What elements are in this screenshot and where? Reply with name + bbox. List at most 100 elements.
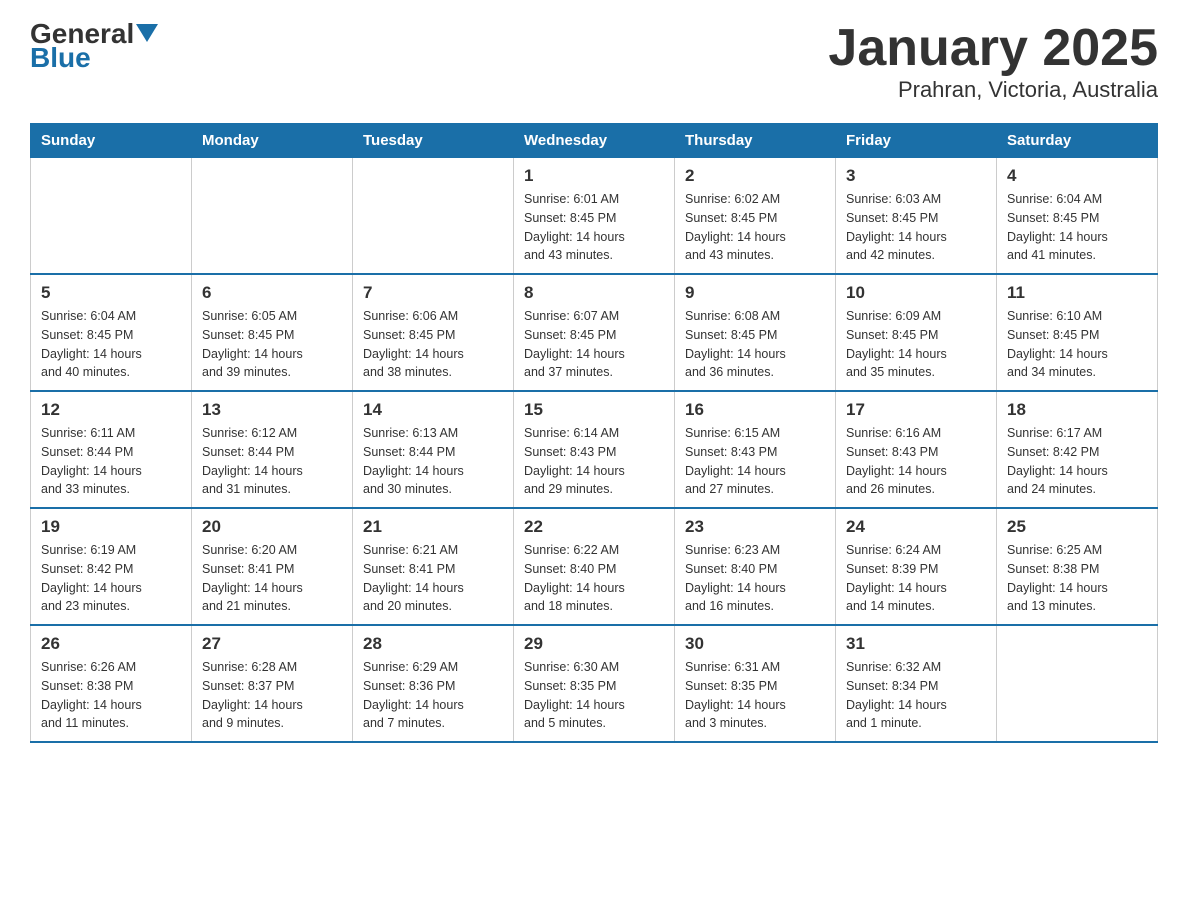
day-info: Sunrise: 6:06 AMSunset: 8:45 PMDaylight:…: [363, 307, 503, 382]
calendar-cell: 23 Sunrise: 6:23 AMSunset: 8:40 PMDayligh…: [675, 508, 836, 625]
calendar-cell: 27 Sunrise: 6:28 AMSunset: 8:37 PMDayligh…: [192, 625, 353, 742]
calendar-cell: 9Sunrise: 6:08 AMSunset: 8:45 PMDaylight…: [675, 274, 836, 391]
calendar-cell: 1Sunrise: 6:01 AMSunset: 8:45 PMDaylight…: [514, 158, 675, 275]
calendar-cell: 3 Sunrise: 6:03 AMSunset: 8:45 PMDaylight…: [836, 158, 997, 275]
title-section: January 2025 Prahran, Victoria, Australi…: [828, 20, 1158, 103]
day-info: Sunrise: 6:13 AMSunset: 8:44 PMDaylight:…: [363, 424, 503, 499]
day-info: Sunrise: 6:29 AMSunset: 8:36 PMDaylight:…: [363, 658, 503, 733]
day-info: Sunrise: 6:31 AMSunset: 8:35 PMDaylight:…: [685, 658, 825, 733]
calendar-cell: [192, 158, 353, 275]
day-info: Sunrise: 6:32 AMSunset: 8:34 PMDaylight:…: [846, 658, 986, 733]
day-info: Sunrise: 6:25 AMSunset: 8:38 PMDaylight:…: [1007, 541, 1147, 616]
day-header-friday: Friday: [836, 124, 997, 158]
calendar-cell: 26 Sunrise: 6:26 AMSunset: 8:38 PMDayligh…: [31, 625, 192, 742]
day-number: 7: [363, 283, 503, 303]
day-header-wednesday: Wednesday: [514, 124, 675, 158]
calendar-cell: 5Sunrise: 6:04 AMSunset: 8:45 PMDaylight…: [31, 274, 192, 391]
day-number: 10: [846, 283, 986, 303]
day-info: Sunrise: 6:22 AMSunset: 8:40 PMDaylight:…: [524, 541, 664, 616]
day-info: Sunrise: 6:01 AMSunset: 8:45 PMDaylight:…: [524, 190, 664, 265]
calendar-cell: 7 Sunrise: 6:06 AMSunset: 8:45 PMDaylight…: [353, 274, 514, 391]
day-info: Sunrise: 6:10 AMSunset: 8:45 PMDaylight:…: [1007, 307, 1147, 382]
calendar-cell: 4Sunrise: 6:04 AMSunset: 8:45 PMDaylight…: [997, 158, 1158, 275]
calendar-cell: 16 Sunrise: 6:15 AMSunset: 8:43 PMDayligh…: [675, 391, 836, 508]
day-number: 31: [846, 634, 986, 654]
calendar-cell: [353, 158, 514, 275]
calendar-cell: 24 Sunrise: 6:24 AMSunset: 8:39 PMDayligh…: [836, 508, 997, 625]
day-info: Sunrise: 6:19 AMSunset: 8:42 PMDaylight:…: [41, 541, 181, 616]
day-info: Sunrise: 6:26 AMSunset: 8:38 PMDaylight:…: [41, 658, 181, 733]
week-row-2: 5Sunrise: 6:04 AMSunset: 8:45 PMDaylight…: [31, 274, 1158, 391]
calendar-cell: 31 Sunrise: 6:32 AMSunset: 8:34 PMDayligh…: [836, 625, 997, 742]
calendar-cell: 19 Sunrise: 6:19 AMSunset: 8:42 PMDayligh…: [31, 508, 192, 625]
day-number: 30: [685, 634, 825, 654]
day-number: 12: [41, 400, 181, 420]
calendar-cell: 13Sunrise: 6:12 AMSunset: 8:44 PMDayligh…: [192, 391, 353, 508]
day-number: 9: [685, 283, 825, 303]
day-header-monday: Monday: [192, 124, 353, 158]
calendar-cell: [997, 625, 1158, 742]
day-info: Sunrise: 6:15 AMSunset: 8:43 PMDaylight:…: [685, 424, 825, 499]
day-info: Sunrise: 6:05 AMSunset: 8:45 PMDaylight:…: [202, 307, 342, 382]
week-row-3: 12Sunrise: 6:11 AMSunset: 8:44 PMDayligh…: [31, 391, 1158, 508]
day-number: 19: [41, 517, 181, 537]
calendar-cell: 22 Sunrise: 6:22 AMSunset: 8:40 PMDayligh…: [514, 508, 675, 625]
day-number: 3: [846, 166, 986, 186]
day-number: 27: [202, 634, 342, 654]
day-info: Sunrise: 6:03 AMSunset: 8:45 PMDaylight:…: [846, 190, 986, 265]
calendar-header: SundayMondayTuesdayWednesdayThursdayFrid…: [31, 124, 1158, 158]
day-info: Sunrise: 6:12 AMSunset: 8:44 PMDaylight:…: [202, 424, 342, 499]
calendar-title: January 2025: [828, 20, 1158, 77]
day-number: 22: [524, 517, 664, 537]
calendar-body: 1Sunrise: 6:01 AMSunset: 8:45 PMDaylight…: [31, 158, 1158, 743]
day-info: Sunrise: 6:28 AMSunset: 8:37 PMDaylight:…: [202, 658, 342, 733]
calendar-cell: 12Sunrise: 6:11 AMSunset: 8:44 PMDayligh…: [31, 391, 192, 508]
day-info: Sunrise: 6:24 AMSunset: 8:39 PMDaylight:…: [846, 541, 986, 616]
calendar-table: SundayMondayTuesdayWednesdayThursdayFrid…: [30, 123, 1158, 743]
day-number: 28: [363, 634, 503, 654]
day-number: 6: [202, 283, 342, 303]
day-info: Sunrise: 6:16 AMSunset: 8:43 PMDaylight:…: [846, 424, 986, 499]
day-number: 17: [846, 400, 986, 420]
page-header: General Blue January 2025 Prahran, Victo…: [30, 20, 1158, 103]
day-info: Sunrise: 6:17 AMSunset: 8:42 PMDaylight:…: [1007, 424, 1147, 499]
week-row-5: 26 Sunrise: 6:26 AMSunset: 8:38 PMDayligh…: [31, 625, 1158, 742]
day-info: Sunrise: 6:02 AMSunset: 8:45 PMDaylight:…: [685, 190, 825, 265]
calendar-cell: 15Sunrise: 6:14 AMSunset: 8:43 PMDayligh…: [514, 391, 675, 508]
day-number: 16: [685, 400, 825, 420]
calendar-cell: [31, 158, 192, 275]
day-number: 8: [524, 283, 664, 303]
day-header-saturday: Saturday: [997, 124, 1158, 158]
logo-blue-text: Blue: [30, 44, 91, 72]
day-info: Sunrise: 6:23 AMSunset: 8:40 PMDaylight:…: [685, 541, 825, 616]
day-number: 20: [202, 517, 342, 537]
day-number: 26: [41, 634, 181, 654]
day-info: Sunrise: 6:30 AMSunset: 8:35 PMDaylight:…: [524, 658, 664, 733]
day-number: 14: [363, 400, 503, 420]
calendar-cell: 18Sunrise: 6:17 AMSunset: 8:42 PMDayligh…: [997, 391, 1158, 508]
day-number: 4: [1007, 166, 1147, 186]
day-header-thursday: Thursday: [675, 124, 836, 158]
day-number: 24: [846, 517, 986, 537]
day-number: 15: [524, 400, 664, 420]
logo: General Blue: [30, 20, 158, 72]
week-row-1: 1Sunrise: 6:01 AMSunset: 8:45 PMDaylight…: [31, 158, 1158, 275]
day-header-sunday: Sunday: [31, 124, 192, 158]
day-number: 21: [363, 517, 503, 537]
day-info: Sunrise: 6:07 AMSunset: 8:45 PMDaylight:…: [524, 307, 664, 382]
day-number: 2: [685, 166, 825, 186]
calendar-cell: 29 Sunrise: 6:30 AMSunset: 8:35 PMDayligh…: [514, 625, 675, 742]
day-number: 25: [1007, 517, 1147, 537]
day-info: Sunrise: 6:21 AMSunset: 8:41 PMDaylight:…: [363, 541, 503, 616]
logo-triangle-icon: [136, 24, 158, 46]
calendar-cell: 17 Sunrise: 6:16 AMSunset: 8:43 PMDayligh…: [836, 391, 997, 508]
calendar-cell: 2 Sunrise: 6:02 AMSunset: 8:45 PMDaylight…: [675, 158, 836, 275]
calendar-cell: 28 Sunrise: 6:29 AMSunset: 8:36 PMDayligh…: [353, 625, 514, 742]
calendar-cell: 20Sunrise: 6:20 AMSunset: 8:41 PMDayligh…: [192, 508, 353, 625]
day-number: 23: [685, 517, 825, 537]
calendar-cell: 10Sunrise: 6:09 AMSunset: 8:45 PMDayligh…: [836, 274, 997, 391]
calendar-cell: 30 Sunrise: 6:31 AMSunset: 8:35 PMDayligh…: [675, 625, 836, 742]
day-number: 29: [524, 634, 664, 654]
day-header-tuesday: Tuesday: [353, 124, 514, 158]
day-number: 11: [1007, 283, 1147, 303]
